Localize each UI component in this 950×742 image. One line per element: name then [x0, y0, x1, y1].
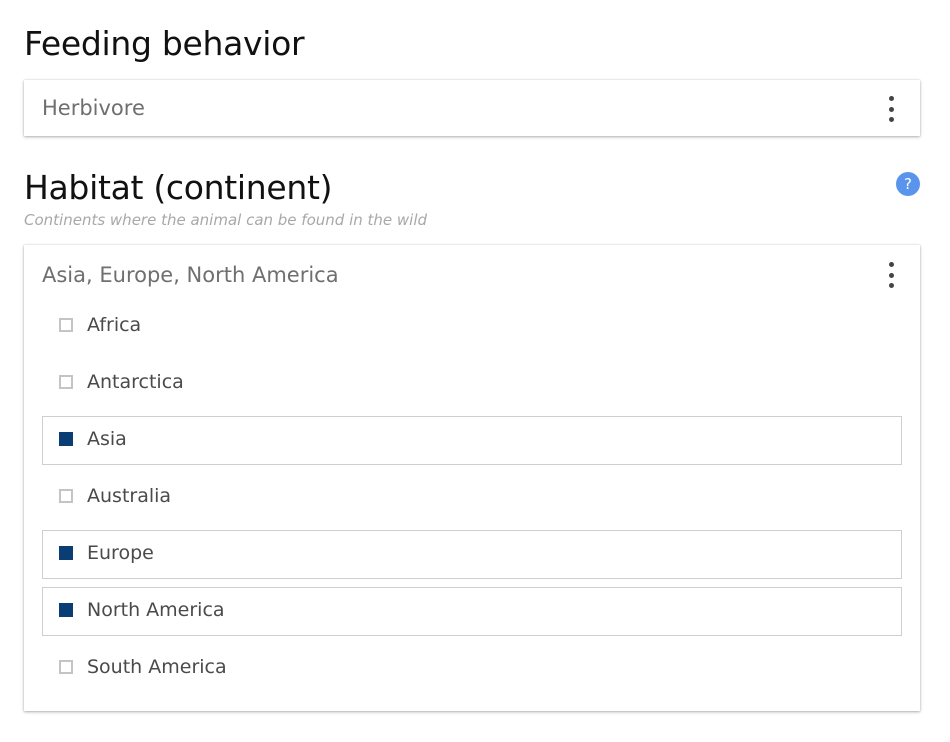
- feeding-behavior-field[interactable]: Herbivore: [24, 80, 920, 136]
- checkbox[interactable]: [59, 489, 73, 503]
- checkbox[interactable]: [59, 432, 73, 446]
- habitat-option-australia[interactable]: Australia: [42, 473, 902, 522]
- checkbox[interactable]: [59, 318, 73, 332]
- habitat-options-list: Africa Antarctica Asia Australia Europe …: [42, 302, 902, 701]
- habitat-option-north-america[interactable]: North America: [42, 587, 902, 636]
- option-label: South America: [87, 656, 227, 678]
- option-label: Antarctica: [87, 371, 184, 393]
- option-label: Australia: [87, 485, 172, 507]
- habitat-field: Asia, Europe, North America Africa Antar…: [24, 245, 920, 711]
- checkbox[interactable]: [59, 375, 73, 389]
- feeding-behavior-value: Herbivore: [42, 96, 145, 120]
- habitat-subtitle: Continents where the animal can be found…: [24, 211, 428, 229]
- option-label: North America: [87, 599, 225, 621]
- option-label: Asia: [87, 428, 127, 450]
- habitat-option-asia[interactable]: Asia: [42, 416, 902, 465]
- habitat-option-antarctica[interactable]: Antarctica: [42, 359, 902, 408]
- habitat-title: Habitat (continent): [24, 168, 333, 207]
- checkbox[interactable]: [59, 603, 73, 617]
- checkbox[interactable]: [59, 546, 73, 560]
- more-vertical-icon[interactable]: [884, 96, 898, 122]
- option-label: Europe: [87, 542, 154, 564]
- habitat-option-europe[interactable]: Europe: [42, 530, 902, 579]
- help-icon[interactable]: ?: [896, 172, 920, 196]
- habitat-value[interactable]: Asia, Europe, North America: [42, 263, 339, 287]
- habitat-option-africa[interactable]: Africa: [42, 302, 902, 351]
- feeding-behavior-title: Feeding behavior: [24, 24, 305, 63]
- habitat-option-south-america[interactable]: South America: [42, 644, 902, 693]
- more-vertical-icon[interactable]: [884, 262, 898, 288]
- option-label: Africa: [87, 314, 142, 336]
- checkbox[interactable]: [59, 660, 73, 674]
